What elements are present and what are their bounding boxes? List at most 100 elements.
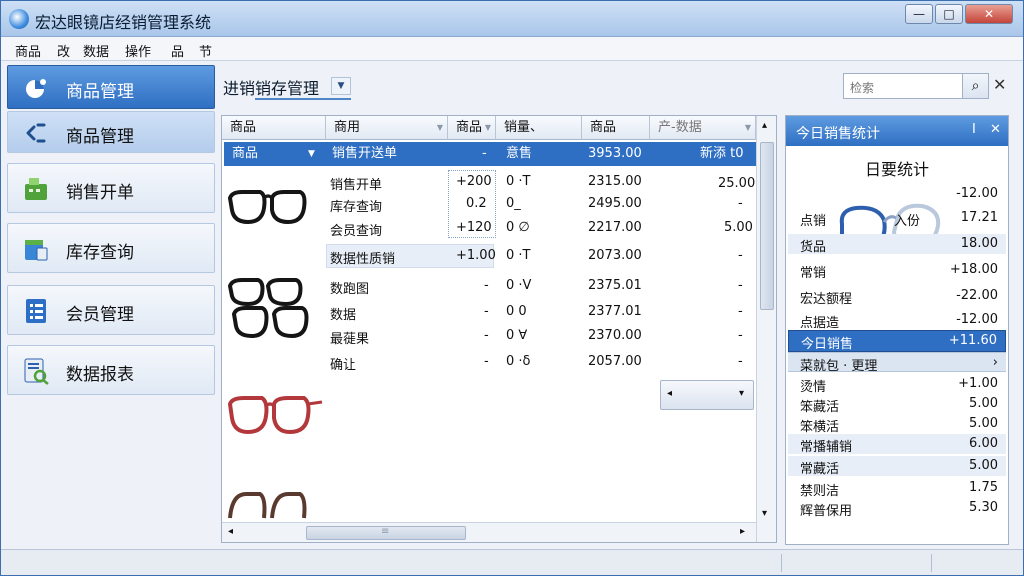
column-header[interactable]: 商品 ▼ [448, 116, 496, 140]
sidebar-item-product-management[interactable]: 商品管理 [7, 65, 215, 109]
cell: +120 [456, 220, 492, 235]
stat-label: 烫情 [800, 380, 827, 395]
sidebar-item-sales-order[interactable]: 销售开单 [7, 163, 215, 213]
stat-row[interactable]: 烫情 +1.00 [788, 374, 1006, 395]
column-header[interactable]: 销量、 [496, 116, 582, 140]
stat-row[interactable]: -12.00 [788, 184, 1006, 204]
sidebar-item-label: 库存查询 [66, 243, 134, 263]
close-window-button[interactable]: ✕ [965, 4, 1013, 24]
stat-row[interactable]: 宏达额程 -22.00 [788, 286, 1006, 307]
filter-toolbar[interactable]: 菜就包 · 更理 › [788, 352, 1006, 374]
column-header-label: 销量、 [504, 120, 544, 135]
horizontal-scrollbar[interactable]: ◂ ≡ ▸ [222, 522, 756, 542]
sidebar-item-label: 商品管理 [66, 127, 134, 147]
search-input[interactable]: 检索 [850, 79, 874, 96]
maximize-button[interactable]: □ [935, 4, 963, 24]
column-header[interactable]: 商品 [582, 116, 650, 140]
sidebar: 商品管理 商品管理 销售开单 库存查询 会员管理 数据报表 [7, 65, 215, 545]
cell: - [482, 146, 487, 161]
report-search-icon [24, 358, 49, 385]
column-header[interactable]: 产-数据 ▼ [650, 116, 756, 140]
cell: - [738, 354, 743, 369]
title-underline [255, 98, 351, 100]
cell: 2375.01 [588, 278, 642, 293]
stat-note: 入份 [894, 214, 921, 229]
close-icon[interactable]: ✕ [990, 122, 1001, 137]
minimize-button[interactable]: — [905, 4, 933, 24]
menu-item-edit[interactable]: 改 [57, 41, 70, 60]
row-navigator[interactable]: ◂ ▾ [660, 380, 754, 410]
menu-item-products[interactable]: 商品 [15, 41, 41, 60]
scroll-right-icon[interactable]: ▸ [740, 526, 745, 537]
pie-chart-icon [26, 79, 46, 98]
product-grid: 商品 商用 ▼ 商品 ▼ 销量、 商品 产-数据 ▼ 商品 ▼ 销售开送单 - 意售 … [221, 115, 777, 543]
cell: 2495.00 [588, 196, 642, 211]
menu-item-data[interactable]: 数据 [83, 41, 109, 60]
search-icon[interactable]: ⌕ [962, 74, 988, 98]
panel-header: 今日销售统计 I ✕ [786, 116, 1008, 146]
chevron-down-icon[interactable]: ▼ [331, 77, 351, 95]
stat-value: -12.00 [956, 312, 998, 327]
stat-row[interactable]: 笨横活 5.00 [788, 414, 1006, 435]
nav-left-icon[interactable]: ◂ [667, 388, 672, 399]
row-name: 库存查询 [330, 200, 383, 215]
scroll-thumb[interactable] [760, 142, 774, 310]
stat-row-selected[interactable]: 今日销售 +11.60 [788, 330, 1006, 352]
scroll-left-icon[interactable]: ◂ [228, 526, 233, 537]
stat-row[interactable]: 常播辅销 6.00 [788, 434, 1006, 455]
scroll-down-icon[interactable]: ▾ [762, 508, 767, 519]
cell: - [484, 328, 489, 343]
cell: 2057.00 [588, 354, 642, 369]
page-title: 进销销存管理 [223, 79, 320, 98]
pin-icon[interactable]: I [972, 122, 976, 137]
nav-down-icon[interactable]: ▾ [739, 388, 744, 399]
app-logo-icon [9, 9, 29, 29]
stat-row[interactable]: 笨藏活 5.00 [788, 394, 1006, 415]
stat-label: 宏达额程 [800, 292, 853, 307]
column-header[interactable]: 商用 ▼ [326, 116, 448, 140]
stat-row[interactable]: 辉普保用 5.30 [788, 498, 1006, 519]
stat-row[interactable]: 常销 +18.00 [788, 260, 1006, 281]
column-header[interactable]: 商品 [222, 116, 326, 140]
stat-row[interactable]: 禁则洁 1.75 [788, 478, 1006, 499]
sidebar-item-inventory[interactable]: 库存查询 [7, 223, 215, 273]
stat-label: 点销 [800, 214, 827, 229]
cell: 25.00 [718, 176, 756, 191]
black-glasses-thumbnail [227, 278, 309, 339]
menu-item-goods[interactable]: 品 [171, 41, 184, 60]
cell: - [484, 304, 489, 319]
row-name: 数据 [330, 308, 357, 323]
stat-row[interactable]: 常藏活 5.00 [788, 456, 1006, 477]
cell: 2217.00 [588, 220, 642, 235]
scroll-thumb[interactable]: ≡ [306, 526, 466, 540]
window-title: 宏达眼镜店经销管理系统 [35, 13, 212, 32]
cell: 2370.00 [588, 328, 642, 343]
stat-row[interactable]: 点据造 -12.00 [788, 310, 1006, 331]
sidebar-item-product-management-2[interactable]: 商品管理 [7, 111, 215, 153]
stat-row[interactable]: 货品 18.00 [788, 234, 1006, 255]
vertical-scrollbar[interactable]: ▴ ▾ [756, 116, 776, 542]
close-icon[interactable]: ✕ [993, 75, 1006, 94]
status-bar [1, 549, 1023, 575]
inventory-icon [25, 240, 48, 261]
cell: 销售开送单 [332, 146, 398, 161]
row-name: 确让 [330, 358, 357, 373]
selected-row[interactable]: 商品 ▼ 销售开送单 - 意售 3953.00 新添 t0 [224, 142, 756, 166]
menu-item-section[interactable]: 节 [199, 41, 212, 60]
daily-sales-panel: 今日销售统计 I ✕ 日要统计 -12.00 点销 入份 17.21 货品 18… [785, 115, 1009, 545]
menu-bar: 商品 改 数据 操作 品 节 [1, 37, 1023, 61]
cell: 0_ [506, 196, 521, 211]
chevron-right-icon[interactable]: › [993, 355, 998, 370]
stat-label: 辉普保用 [800, 504, 853, 519]
menu-item-operations[interactable]: 操作 [125, 41, 151, 60]
sidebar-item-reports[interactable]: 数据报表 [7, 345, 215, 395]
stat-value: +1.00 [958, 376, 998, 391]
list-icon [26, 299, 46, 323]
grip-icon: ≡ [381, 526, 390, 537]
sidebar-item-label: 商品管理 [66, 82, 134, 102]
sidebar-item-members[interactable]: 会员管理 [7, 285, 215, 335]
scroll-up-icon[interactable]: ▴ [762, 120, 767, 131]
row-name: 会员查询 [330, 224, 383, 239]
stat-row[interactable]: 点销 入份 17.21 [788, 208, 1006, 229]
row-name: 数跑图 [330, 282, 370, 297]
